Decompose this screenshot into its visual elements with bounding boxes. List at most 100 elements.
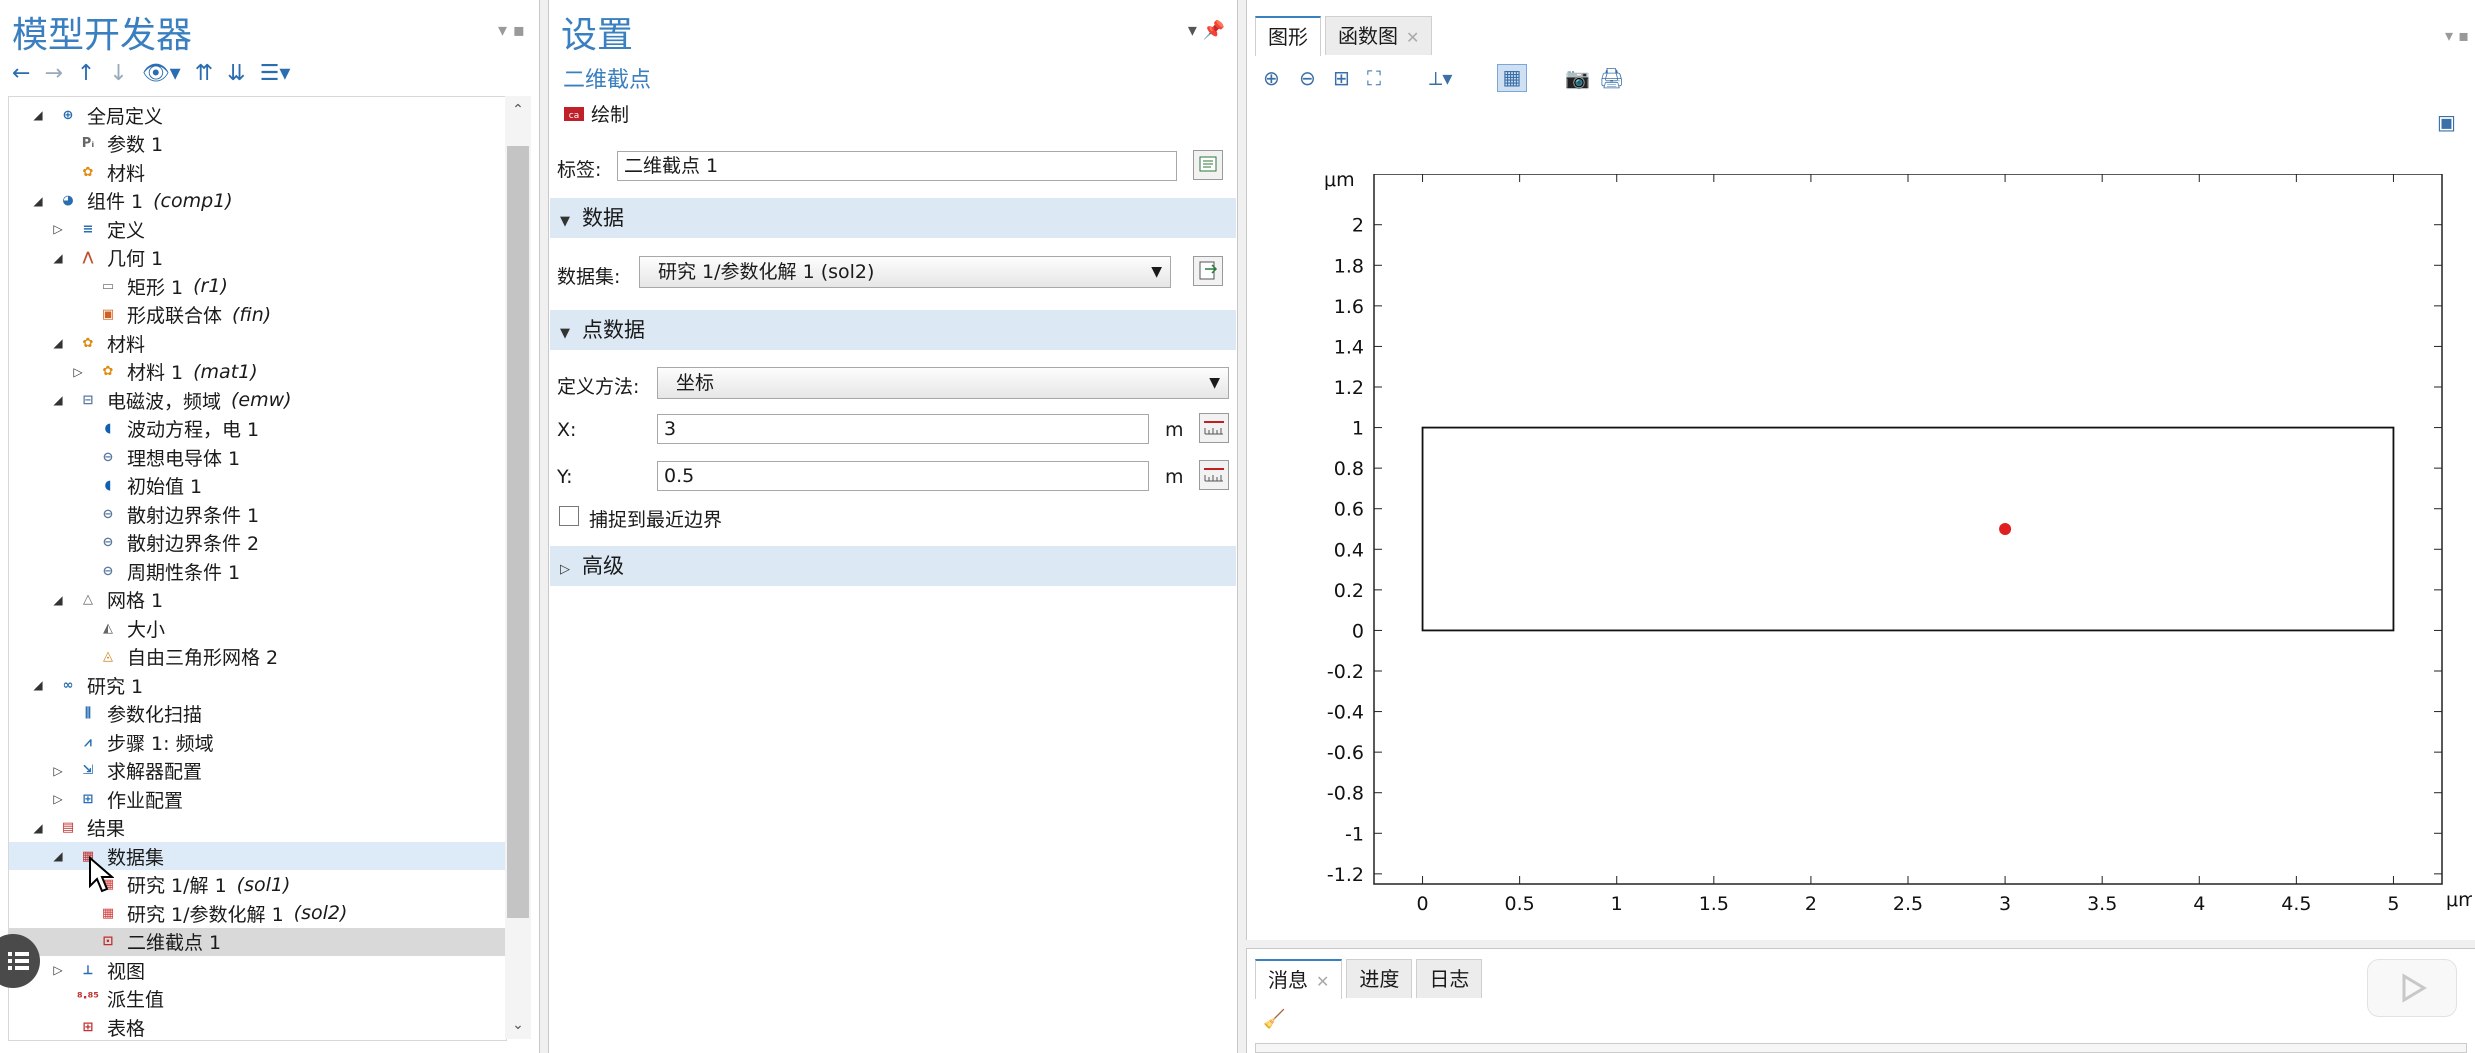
tree-item[interactable]: ▷ ✿ 材料 1 (mat1): [9, 358, 506, 386]
tree-item[interactable]: ▣ 形成联合体 (fin): [9, 301, 506, 329]
tree-item[interactable]: ▷ ⊞ 作业配置: [9, 785, 506, 813]
tree-item[interactable]: ⊖ 理想电导体 1: [9, 443, 506, 471]
axis-orientation-icon[interactable]: ⟂▾: [1429, 66, 1452, 90]
tree-item[interactable]: ◢ ⊟ 电磁波，频域 (emw): [9, 386, 506, 414]
close-icon[interactable]: ✕: [1316, 972, 1329, 991]
move-down-icon[interactable]: ↓: [109, 61, 127, 86]
list-view-icon[interactable]: ☰▾: [260, 61, 291, 86]
close-icon[interactable]: ✕: [1406, 28, 1419, 47]
tree-scrollbar[interactable]: ⌃ ⌄: [505, 96, 531, 1039]
back-arrow-icon[interactable]: ←: [12, 61, 30, 86]
snap-label: 捕捉到最近边界: [589, 509, 723, 531]
tree-item[interactable]: ⊖ 散射边界条件 2: [9, 529, 506, 557]
dataset-select[interactable]: 研究 1/参数化解 1 (sol2) ▼: [639, 256, 1171, 288]
tree-item[interactable]: ⊖ 周期性条件 1: [9, 557, 506, 585]
show-icon[interactable]: 👁▾: [142, 61, 181, 86]
expand-triangle-icon[interactable]: ▷: [51, 792, 65, 806]
collapse-triangle-icon[interactable]: ◢: [31, 821, 45, 835]
tab-progress[interactable]: 进度: [1346, 959, 1413, 998]
collapse-icon[interactable]: ⇊: [227, 61, 245, 86]
scrollbar-thumb[interactable]: [507, 146, 529, 918]
tree-item[interactable]: ⊖ 散射边界条件 1: [9, 500, 506, 528]
scroll-up-icon[interactable]: ⌃: [505, 102, 531, 118]
move-up-icon[interactable]: ↑: [77, 61, 95, 86]
tree-item[interactable]: ◬ 自由三角形网格 2: [9, 643, 506, 671]
tab-messages[interactable]: 消息 ✕: [1255, 959, 1343, 999]
zoom-box-icon[interactable]: ⊞: [1333, 66, 1350, 90]
panel-menu-icon[interactable]: ▾ ▪: [498, 20, 525, 41]
tree-item[interactable]: ◢ ▤ 结果: [9, 814, 506, 842]
section-advanced[interactable]: ▷ 高级: [550, 546, 1236, 586]
clear-broom-icon[interactable]: 🧹: [1263, 1009, 1285, 1030]
tree-item[interactable]: ◢ ∞ 研究 1: [9, 671, 506, 699]
domain-feature-icon: ◖: [104, 421, 112, 436]
tree-item[interactable]: ▦ 研究 1/参数化解 1 (sol2): [9, 899, 506, 927]
tree-item[interactable]: ◢ ◕ 组件 1 (comp1): [9, 187, 506, 215]
tree-item[interactable]: ✿ 材料: [9, 158, 506, 186]
scroll-down-icon[interactable]: ⌄: [505, 1017, 531, 1033]
tree-item[interactable]: ◢ ✿ 材料: [9, 329, 506, 357]
collapse-triangle-icon[interactable]: ◢: [51, 336, 65, 350]
tree-item[interactable]: ◢ ⋀ 几何 1: [9, 244, 506, 272]
go-to-source-button[interactable]: [1193, 256, 1223, 286]
label-field[interactable]: 二维截点 1: [617, 151, 1177, 181]
y-coordinate-field[interactable]: 0.5: [657, 461, 1149, 491]
floating-menu-button[interactable]: [0, 934, 40, 988]
tree-item[interactable]: ▷ ⇲ 求解器配置: [9, 757, 506, 785]
section-point-data[interactable]: ▼ 点数据: [550, 310, 1236, 350]
expand-icon[interactable]: ⇈: [195, 61, 213, 86]
tree-item[interactable]: ◭ 大小: [9, 614, 506, 642]
section-data[interactable]: ▼ 数据: [550, 198, 1236, 238]
video-play-button[interactable]: [2367, 959, 2457, 1017]
zoom-extents-icon[interactable]: ⛶: [1367, 66, 1381, 90]
collapse-triangle-icon[interactable]: ◢: [51, 849, 65, 863]
collapse-triangle-icon[interactable]: ◢: [31, 678, 45, 692]
tree-item[interactable]: ◢ ▦ 数据集: [9, 842, 506, 870]
view-options-icon[interactable]: ▣: [2437, 110, 2456, 134]
zoom-in-icon[interactable]: ⊕: [1263, 66, 1280, 90]
collapse-triangle-icon[interactable]: ◢: [51, 593, 65, 607]
tree-item[interactable]: ◢ △ 网格 1: [9, 586, 506, 614]
expand-triangle-icon[interactable]: ▷: [71, 365, 85, 379]
print-icon[interactable]: 🖨: [1599, 66, 1624, 90]
frequency-domain-icon: ⩘: [84, 734, 92, 750]
forward-arrow-icon[interactable]: →: [44, 61, 62, 86]
expand-triangle-icon[interactable]: ▷: [51, 222, 65, 236]
tree-item[interactable]: ⁸·⁸⁵ 派生值: [9, 985, 506, 1013]
tab-graphics[interactable]: 图形: [1255, 16, 1321, 56]
panel-menu-icon[interactable]: ▾ ▪: [2445, 26, 2469, 45]
tree-item[interactable]: Pᵢ 参数 1: [9, 130, 506, 158]
zoom-out-icon[interactable]: ⊖: [1299, 66, 1316, 90]
tree-item[interactable]: ▷ ⟂ 视图: [9, 956, 506, 984]
plot-button[interactable]: ca 绘制: [563, 100, 629, 127]
job-configurations-icon: ⊞: [82, 791, 94, 807]
tree-item[interactable]: ▦ 研究 1/解 1 (sol1): [9, 871, 506, 899]
tree-item[interactable]: ⊡ 二维截点 1: [9, 927, 506, 956]
panel-menu-icon[interactable]: ▾ 📌: [1188, 20, 1225, 41]
collapse-triangle-icon[interactable]: ◢: [31, 194, 45, 208]
plot-canvas[interactable]: 0 0.5 1 1.5 2 2.5 3 3.5 4 4.5 5 2 1.8 1.6 1.4 1.2 1 0.8 0.…: [1322, 174, 2472, 944]
expand-triangle-icon[interactable]: ▷: [51, 963, 65, 977]
tree-item[interactable]: ◖ 波动方程，电 1: [9, 415, 506, 443]
camera-icon[interactable]: 📷: [1565, 66, 1590, 90]
expand-triangle-icon[interactable]: ▷: [51, 764, 65, 778]
collapse-triangle-icon[interactable]: ◢: [31, 108, 45, 122]
collapse-triangle-icon[interactable]: ◢: [51, 251, 65, 265]
method-select[interactable]: 坐标 ▼: [657, 367, 1229, 399]
tree-item[interactable]: ⩘ 步骤 1: 频域: [9, 728, 506, 756]
collapse-triangle-icon[interactable]: ◢: [51, 393, 65, 407]
tree-item[interactable]: ⊞ 表格: [9, 1013, 506, 1040]
tree-item[interactable]: ⫼ 参数化扫描: [9, 700, 506, 728]
tab-function-plot[interactable]: 函数图 ✕: [1325, 16, 1433, 55]
label-notes-button[interactable]: [1193, 150, 1223, 180]
snap-checkbox[interactable]: [559, 506, 579, 526]
tree-item[interactable]: ▭ 矩形 1 (r1): [9, 272, 506, 300]
grid-toggle-icon[interactable]: ▦: [1497, 64, 1527, 92]
x-pick-button[interactable]: [1199, 413, 1229, 443]
tree-item[interactable]: ◢ ⊕ 全局定义: [9, 101, 506, 129]
x-coordinate-field[interactable]: 3: [657, 414, 1149, 444]
tree-item[interactable]: ▷ ≡ 定义: [9, 215, 506, 243]
tree-item[interactable]: ◖ 初始值 1: [9, 472, 506, 500]
y-pick-button[interactable]: [1199, 460, 1229, 490]
tab-log[interactable]: 日志: [1416, 959, 1483, 998]
